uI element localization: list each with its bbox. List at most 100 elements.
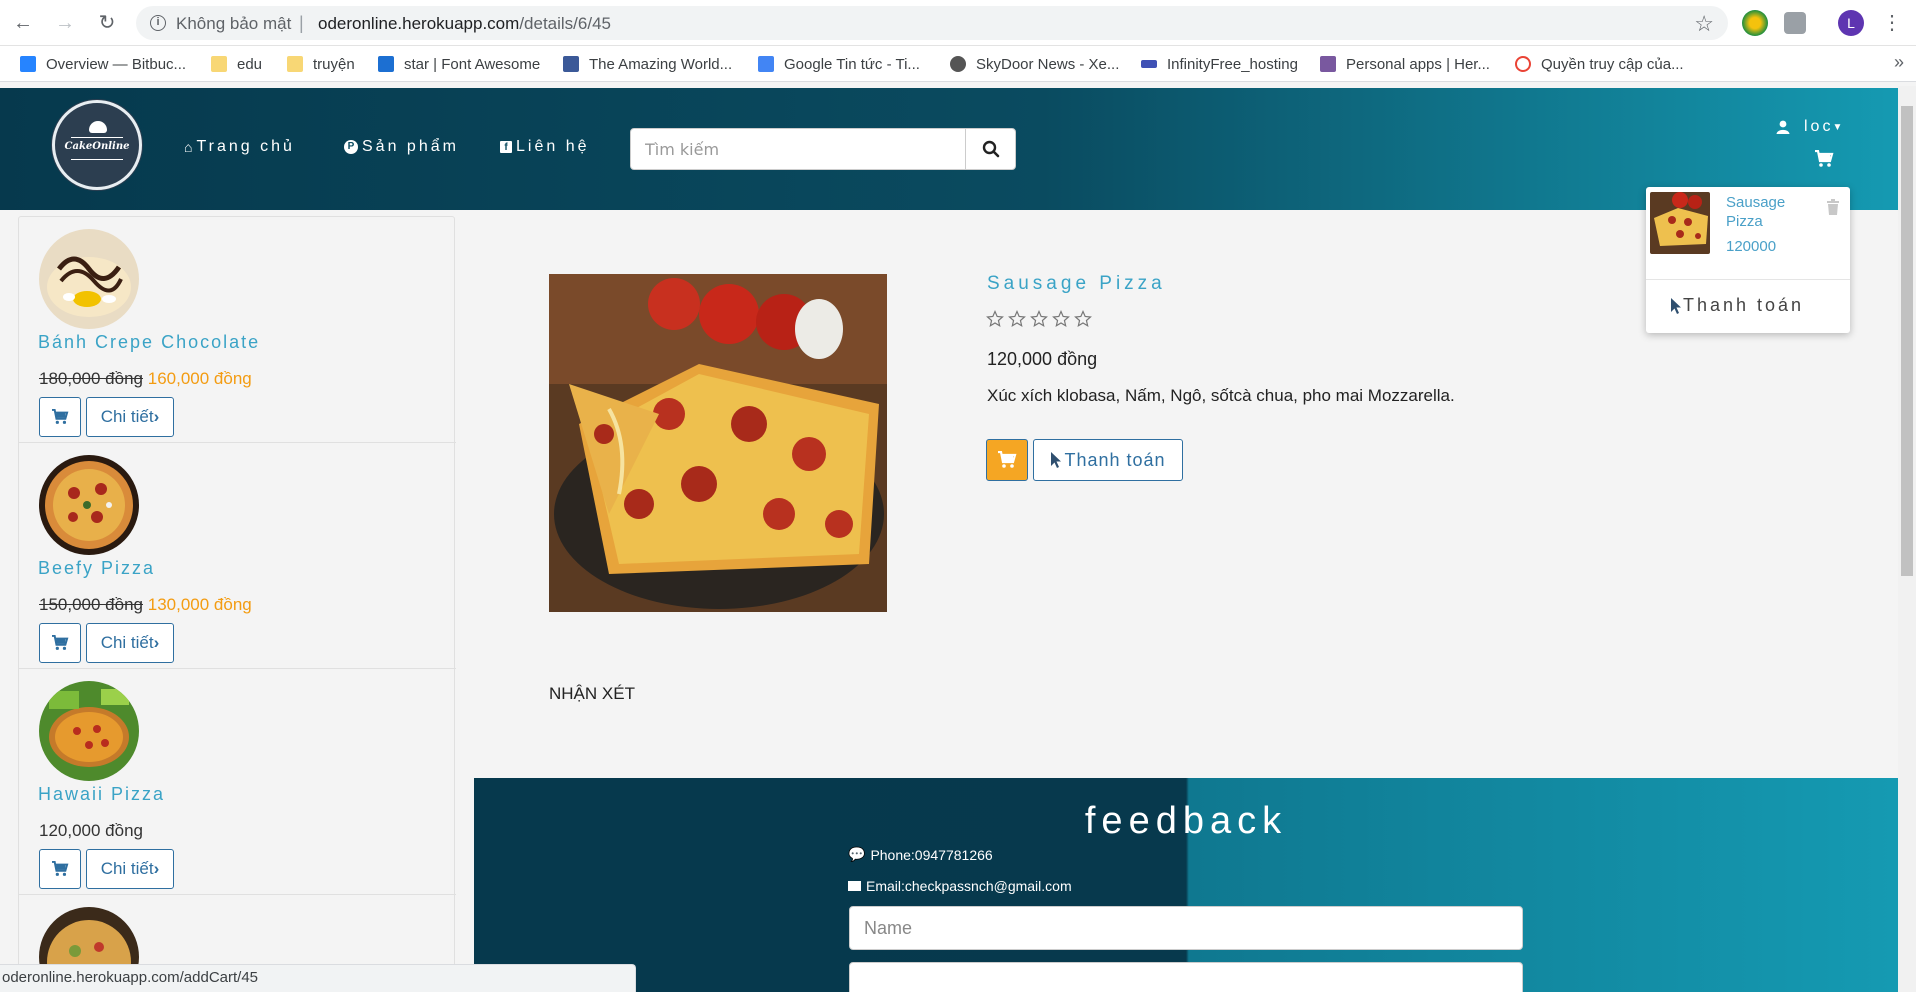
bookmark-item[interactable]: star | Font Awesome: [378, 54, 540, 74]
username: loc: [1804, 118, 1834, 135]
address-bar[interactable]: i Không bảo mật | oderonline.herokuapp.c…: [136, 6, 1728, 40]
product-name[interactable]: Hawaii Pizza: [38, 784, 165, 805]
chat-bubble-icon: 💬: [848, 846, 866, 862]
search-box: [630, 128, 1016, 170]
trash-icon[interactable]: [1826, 199, 1840, 220]
logo-divider: [71, 137, 123, 138]
page-scrollbar[interactable]: [1898, 86, 1916, 992]
add-to-cart-button[interactable]: [986, 439, 1028, 481]
security-label[interactable]: Không bảo mật: [176, 14, 291, 34]
second-field[interactable]: [849, 962, 1523, 992]
info-icon[interactable]: i: [150, 15, 166, 31]
browser-toolbar: ← → ↻ i Không bảo mật | oderonline.herok…: [0, 0, 1916, 46]
logo-text: CakeOnline: [64, 141, 130, 152]
extension-puzzle-icon[interactable]: [1784, 12, 1806, 34]
nav-contact[interactable]: f Liên hệ: [500, 138, 590, 156]
bookmark-item[interactable]: truyện: [287, 54, 355, 74]
product-price: 120,000 đồng: [987, 349, 1098, 369]
bookmark-item[interactable]: Google Tin tức - Ti...: [758, 54, 920, 74]
star-icon[interactable]: [1052, 310, 1070, 328]
detail-button[interactable]: Chi tiết ›: [86, 397, 174, 437]
cart-item-thumbnail: [1650, 192, 1710, 254]
sidebar-product: Bánh Crepe Chocolate 180,000 đồng 160,00…: [19, 217, 456, 443]
bookmarks-bar: Overview — Bitbuc... edu truyện star | F…: [0, 46, 1916, 82]
bookmark-item[interactable]: Quyền truy cập của...: [1515, 54, 1684, 74]
bookmark-item[interactable]: edu: [211, 54, 262, 74]
reviews-heading: NHẬN XÉT: [549, 684, 635, 703]
bookmark-item[interactable]: Personal apps | Her...: [1320, 54, 1490, 74]
chevron-right-icon: ›: [153, 407, 160, 426]
product-thumbnail[interactable]: [39, 455, 139, 555]
cart-dropdown: Sausage Pizza 120000 Thanh toán: [1646, 187, 1850, 333]
bitbucket-icon: [20, 56, 36, 72]
user-menu[interactable]: loc ▼: [1776, 118, 1842, 136]
folder-icon: [287, 56, 303, 72]
facebook-icon: f: [500, 141, 512, 153]
bookmarks-overflow-icon[interactable]: »: [1894, 52, 1904, 73]
star-rating[interactable]: [986, 310, 1092, 328]
feedback-section: feedback 💬 Phone:0947781266 Email:checkpa…: [474, 778, 1898, 992]
google-news-icon: [758, 56, 774, 72]
product-description: Xúc xích klobasa, Nấm, Ngô, sốtcà chua, …: [987, 386, 1455, 405]
product-image: [549, 274, 887, 612]
contact-email: Email:checkpassnch@gmail.com: [848, 878, 1072, 894]
checkout-button[interactable]: Thanh toán: [1033, 439, 1183, 481]
cursor-pointer-icon: [1051, 452, 1062, 468]
add-to-cart-button[interactable]: [39, 849, 81, 889]
related-products-sidebar: Bánh Crepe Chocolate 180,000 đồng 160,00…: [18, 216, 456, 992]
user-icon: [1776, 120, 1790, 134]
detail-button[interactable]: Chi tiết ›: [86, 623, 174, 663]
nav-home[interactable]: ⌂ Trang chủ: [184, 138, 295, 156]
facebook-icon: [563, 56, 579, 72]
star-icon[interactable]: [1030, 310, 1048, 328]
star-icon[interactable]: [1074, 310, 1092, 328]
header-cart-button[interactable]: [1814, 149, 1834, 173]
profile-avatar[interactable]: L: [1838, 10, 1864, 36]
page-viewport: CakeOnline ⌂ Trang chủ P Sản phẩm f Liên hệ…: [0, 86, 1898, 992]
back-arrow-icon[interactable]: ←: [10, 10, 36, 36]
bookmark-item[interactable]: SkyDoor News - Xe...: [950, 54, 1119, 74]
shopping-cart-icon: [1815, 149, 1834, 167]
nav-products[interactable]: P Sản phẩm: [344, 138, 459, 156]
forward-arrow-icon[interactable]: →: [52, 10, 78, 36]
site-logo[interactable]: CakeOnline: [52, 100, 142, 190]
search-input[interactable]: [631, 129, 967, 169]
add-to-cart-button[interactable]: [39, 397, 81, 437]
google-icon: [1515, 56, 1531, 72]
bookmark-item[interactable]: Overview — Bitbuc...: [20, 54, 186, 74]
star-icon[interactable]: [1008, 310, 1026, 328]
sidebar-product: Beefy Pizza 150,000 đồng 130,000 đồng Ch…: [19, 443, 456, 669]
chevron-right-icon: ›: [153, 859, 160, 878]
chevron-right-icon: ›: [153, 633, 160, 652]
star-icon[interactable]: [986, 310, 1004, 328]
dropdown-checkout-button[interactable]: Thanh toán: [1670, 295, 1804, 316]
menu-kebab-icon[interactable]: ⋮: [1882, 10, 1902, 35]
reload-icon[interactable]: ↻: [94, 10, 120, 36]
product-thumbnail[interactable]: [39, 681, 139, 781]
product-name[interactable]: Bánh Crepe Chocolate: [38, 332, 260, 353]
globe-icon: [950, 56, 966, 72]
shopping-cart-icon: [52, 635, 69, 650]
logo-divider: [71, 159, 123, 160]
sidebar-product: Hawaii Pizza 120,000 đồng Chi tiết ›: [19, 669, 456, 895]
name-field: [849, 906, 1523, 950]
scrollbar-thumb[interactable]: [1901, 106, 1913, 576]
search-button[interactable]: [965, 129, 1015, 169]
cart-item-name[interactable]: Sausage Pizza: [1726, 193, 1806, 231]
product-name[interactable]: Beefy Pizza: [38, 558, 155, 579]
product-thumbnail[interactable]: [39, 229, 139, 329]
name-input[interactable]: [850, 907, 1522, 949]
product-hunt-icon: P: [344, 140, 358, 154]
feedback-title: feedback: [1084, 800, 1288, 842]
detail-button[interactable]: Chi tiết ›: [86, 849, 174, 889]
shopping-cart-icon: [52, 409, 69, 424]
extension-globe-icon[interactable]: [1742, 10, 1768, 36]
bookmark-item[interactable]: The Amazing World...: [563, 54, 732, 74]
add-to-cart-button[interactable]: [39, 623, 81, 663]
contact-phone: 💬 Phone:0947781266: [848, 846, 993, 863]
bookmark-star-icon[interactable]: ☆: [1694, 11, 1714, 37]
bookmark-item[interactable]: InfinityFree_hosting: [1141, 54, 1298, 74]
product-price: 180,000 đồng 160,000 đồng: [39, 369, 252, 388]
status-bar-url: oderonline.herokuapp.com/addCart/45: [0, 964, 636, 992]
url-text[interactable]: oderonline.herokuapp.com/details/6/45: [318, 14, 611, 34]
